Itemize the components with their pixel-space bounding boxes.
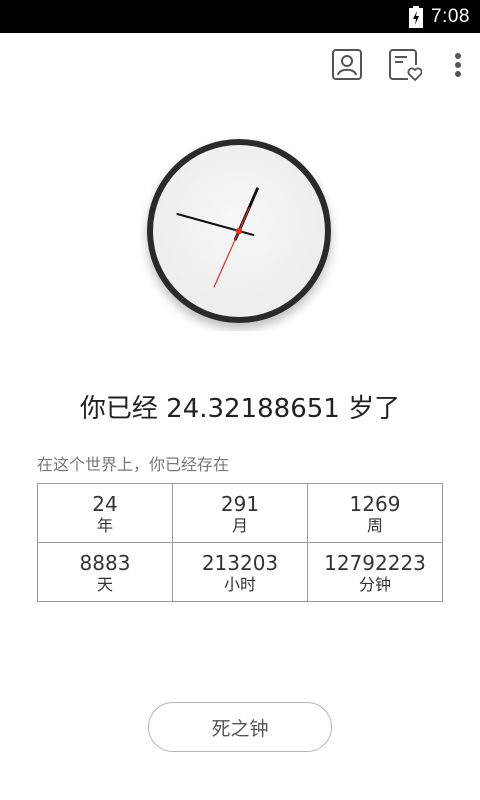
stat-value: 291	[220, 492, 260, 516]
stat-months: 291 月	[172, 483, 308, 543]
wishlist-button[interactable]	[388, 47, 423, 83]
table-row: 8883 天 213203 小时 12792223 分钟	[37, 542, 443, 602]
stat-value: 12792223	[324, 551, 426, 575]
action-bar	[0, 33, 480, 99]
stat-years: 24 年	[37, 483, 173, 543]
stat-value: 213203	[201, 551, 279, 575]
stat-value: 1269	[349, 492, 401, 516]
overflow-menu-button[interactable]	[448, 47, 468, 83]
stat-weeks: 1269 周	[307, 483, 443, 543]
profile-button[interactable]	[331, 47, 365, 83]
life-stats-table: 24 年 291 月 1269 周 8883 天 213203 小时 12792…	[37, 483, 443, 602]
stat-unit: 小时	[223, 575, 256, 594]
stat-hours: 213203 小时	[172, 542, 308, 602]
table-row: 24 年 291 月 1269 周	[37, 483, 443, 543]
status-bar: 7:08	[0, 0, 480, 33]
stat-days: 8883 天	[37, 542, 173, 602]
existence-caption: 在这个世界上，你已经存在	[37, 455, 230, 474]
wishlist-card-icon	[389, 49, 423, 81]
clock-center-pin	[235, 227, 243, 235]
death-clock-button[interactable]: 死之钟	[148, 702, 332, 752]
age-headline: 你已经 24.32188651 岁了	[0, 388, 480, 425]
stat-unit: 年	[96, 516, 113, 535]
profile-icon	[332, 49, 362, 80]
more-vert-icon	[455, 53, 461, 77]
analog-clock	[139, 131, 339, 331]
age-value: 24.32188651	[166, 394, 340, 424]
battery-charging-icon	[409, 5, 424, 28]
status-time: 7:08	[431, 5, 470, 27]
stat-unit: 周	[366, 516, 383, 535]
stat-value: 24	[92, 492, 118, 516]
stat-unit: 月	[231, 516, 248, 535]
stat-unit: 天	[96, 575, 113, 594]
stat-unit: 分钟	[358, 575, 391, 594]
age-suffix: 岁了	[348, 394, 401, 424]
age-prefix: 你已经	[79, 394, 158, 424]
stat-value: 8883	[79, 551, 131, 575]
stat-minutes: 12792223 分钟	[307, 542, 443, 602]
